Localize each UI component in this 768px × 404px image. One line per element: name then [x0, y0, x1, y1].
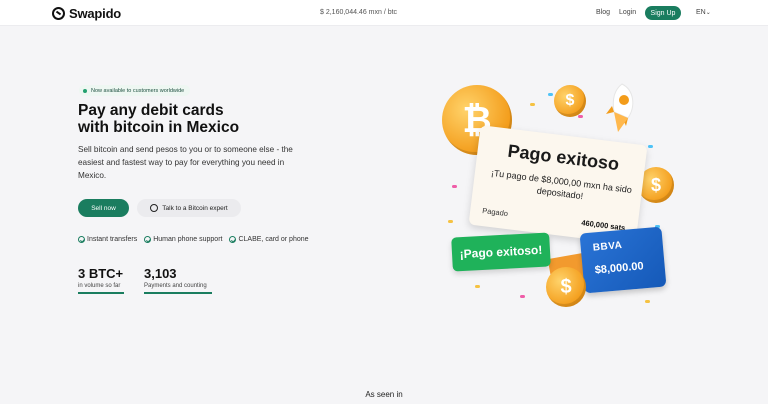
card-status: Pagado [481, 206, 509, 219]
confetti [548, 93, 553, 96]
confetti [645, 300, 650, 303]
stat-underline [144, 292, 212, 294]
stat-label: in volume so far [78, 283, 121, 289]
feature-item: Instant transfers [78, 236, 137, 243]
top-navbar: Swapido $ 2,160,044.46 mxn / btc Blog Lo… [0, 0, 768, 26]
hero-title-line1: Pay any debit cards [78, 102, 224, 119]
chevron-down-icon: ⌄ [705, 10, 711, 16]
bank-name: BBVA [592, 240, 623, 254]
feature-label: Human phone support [153, 236, 223, 243]
dollar-coin-icon: $ [546, 267, 586, 307]
check-circle-icon [78, 236, 85, 243]
confetti [578, 115, 583, 118]
logo[interactable]: Swapido [52, 6, 121, 21]
availability-badge: Now available to customers worldwide [79, 85, 191, 96]
features-list: Instant transfers Human phone support CL… [78, 236, 309, 243]
as-seen-in-heading: As seen in [365, 390, 403, 399]
feature-label: Instant transfers [87, 236, 138, 243]
dollar-coin-icon: $ [554, 85, 586, 117]
language-selector[interactable]: EN⌄ [696, 9, 711, 16]
check-circle-icon [144, 236, 152, 243]
availability-text: Now available to customers worldwide [91, 87, 185, 94]
feature-item: Human phone support [144, 236, 222, 243]
success-pill: ¡Pago exitoso! [451, 232, 551, 272]
confetti [648, 145, 653, 148]
logo-text: Swapido [69, 6, 122, 21]
confetti [448, 220, 453, 223]
swapido-logo-icon [52, 7, 65, 20]
bank-amount: $8,000.00 [594, 260, 645, 277]
whatsapp-icon [150, 204, 159, 212]
hero-subtitle: Sell bitcoin and send pesos to you or to… [78, 145, 293, 180]
stat-volume: 3 BTC+ in volume so far [78, 266, 124, 294]
stat-payments: 3,103 Payments and counting [144, 266, 212, 294]
feature-label: CLABE, card or phone [238, 236, 309, 243]
rocket-icon [606, 83, 634, 132]
dollar-symbol: $ [650, 174, 661, 195]
stat-underline [78, 292, 124, 294]
language-label: EN [696, 9, 706, 16]
talk-button-label: Talk to a Bitcoin expert [162, 204, 228, 212]
hero-title-line2: with bitcoin in Mexico [78, 119, 240, 136]
hero-illustration: ₿ $ $ Pago exitoso ¡Tu pago de $8,000,00… [430, 75, 690, 315]
dollar-symbol: $ [565, 92, 575, 109]
feature-item: CLABE, card or phone [229, 236, 309, 243]
stat-value: 3 BTC+ [78, 266, 124, 281]
status-dot-icon [83, 88, 87, 93]
btc-rate: $ 2,160,044.46 mxn / btc [320, 9, 398, 16]
talk-to-expert-button[interactable]: Talk to a Bitcoin expert [137, 199, 241, 217]
sell-now-button[interactable]: Sell now [78, 199, 129, 217]
stat-value: 3,103 [144, 266, 177, 281]
confetti [520, 295, 525, 298]
nav-login-link[interactable]: Login [619, 9, 636, 16]
signup-button[interactable]: Sign Up [645, 6, 681, 20]
confetti [530, 103, 535, 106]
payment-success-card: Pago exitoso ¡Tu pago de $8,000,00 mxn h… [468, 125, 648, 245]
confetti [475, 285, 480, 288]
stat-label: Payments and counting [144, 283, 207, 289]
bbva-card: BBVA $8,000.00 [579, 226, 667, 294]
check-circle-icon [229, 236, 237, 243]
hero-title: Pay any debit cards with bitcoin in Mexi… [78, 102, 308, 136]
dollar-symbol: $ [560, 275, 572, 298]
nav-blog-link[interactable]: Blog [596, 9, 610, 16]
confetti [452, 185, 457, 188]
